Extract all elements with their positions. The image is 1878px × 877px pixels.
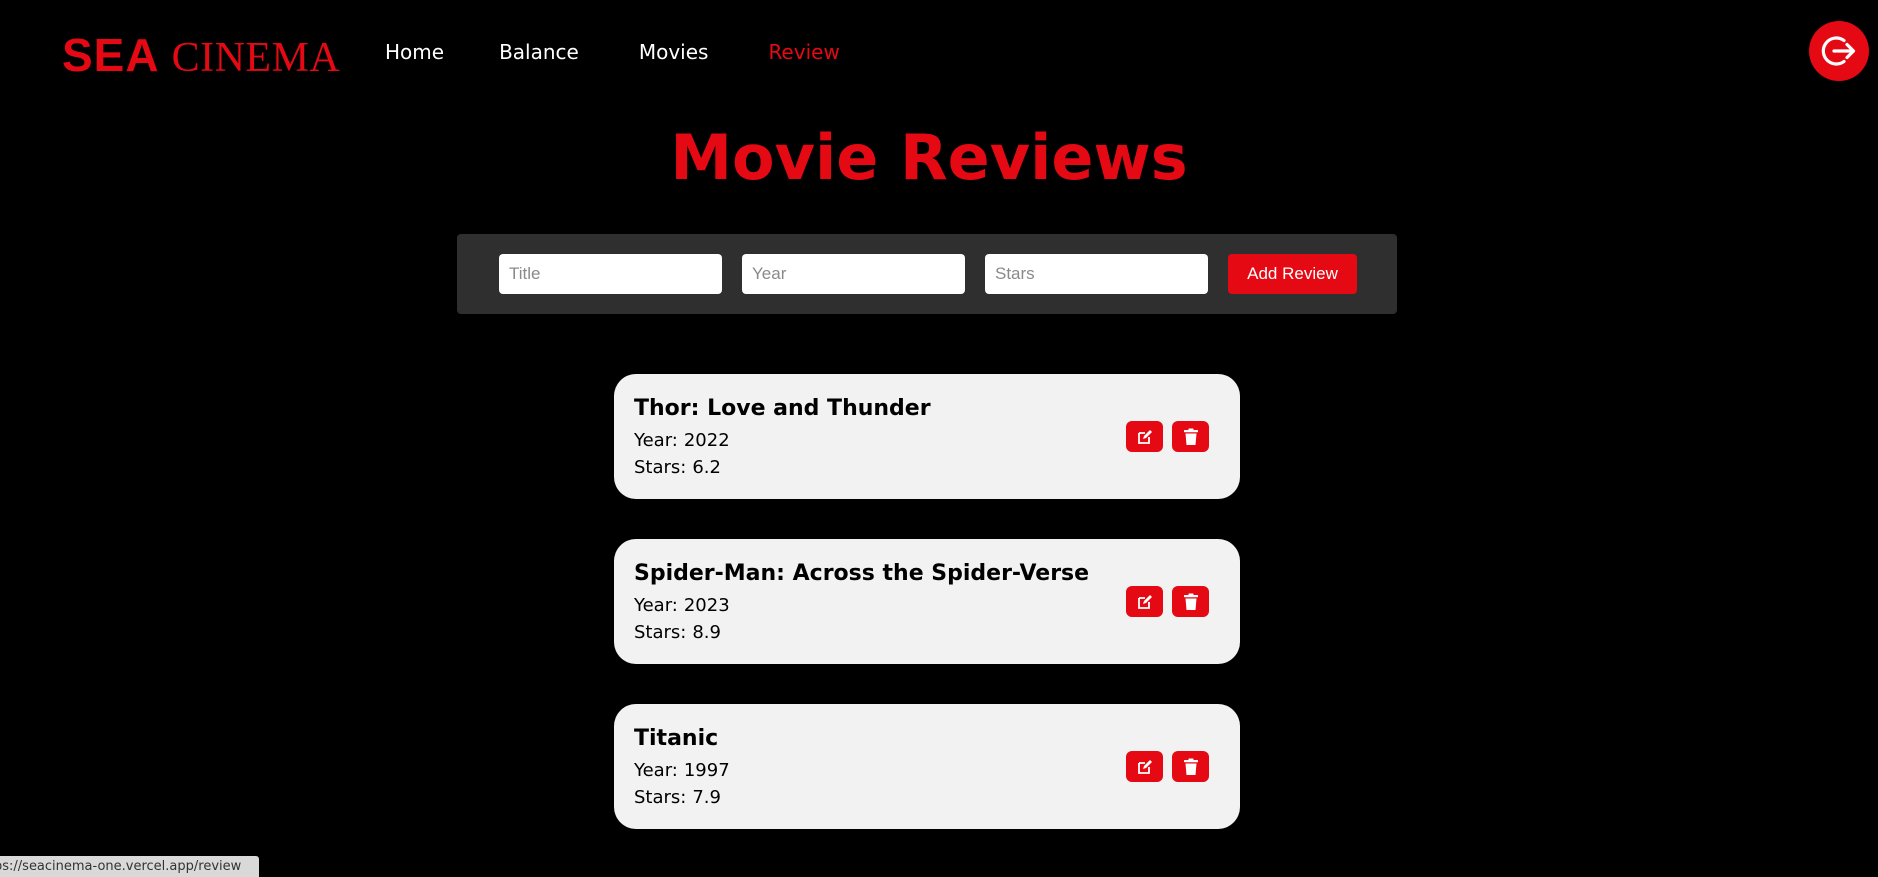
review-list: Thor: Love and Thunder Year: 2022 Stars: 6… [614, 374, 1240, 869]
trash-icon [1183, 428, 1198, 445]
logout-button[interactable] [1809, 21, 1869, 81]
title-input[interactable] [499, 254, 722, 294]
year-value: 2022 [683, 430, 730, 451]
nav-item-balance[interactable]: Balance [499, 40, 579, 64]
nav-item-home[interactable]: Home [385, 40, 444, 64]
nav-item-review[interactable]: Review [768, 40, 839, 64]
brand-logo-cinema: CINEMA [171, 35, 341, 81]
edit-icon [1137, 759, 1152, 774]
year-value: 2023 [683, 595, 730, 616]
year-label: Year: [634, 595, 678, 616]
edit-icon [1137, 594, 1152, 609]
year-value: 1997 [683, 760, 730, 781]
trash-icon [1183, 758, 1198, 775]
review-movie-year: Year: 1997 [634, 760, 730, 781]
review-card: Titanic Year: 1997 Stars: 7.9 [614, 704, 1240, 829]
add-review-form: Add Review [457, 234, 1397, 314]
trash-icon [1183, 593, 1198, 610]
logout-icon [1821, 36, 1856, 66]
stars-value: 6.2 [692, 457, 721, 478]
review-movie-title: Spider-Man: Across the Spider-Verse [634, 561, 1090, 586]
review-movie-year: Year: 2022 [634, 430, 730, 451]
status-bar-url: ps://seacinema-one.vercel.app/review [0, 856, 259, 877]
review-movie-stars: Stars: 7.9 [634, 787, 721, 808]
year-input[interactable] [742, 254, 965, 294]
review-movie-title: Thor: Love and Thunder [634, 396, 931, 421]
brand-logo[interactable]: SEA CINEMA [62, 28, 340, 82]
edit-review-button[interactable] [1126, 586, 1163, 617]
edit-icon [1137, 429, 1152, 444]
header: SEA CINEMA Home Balance Movies Review [0, 0, 1878, 108]
delete-review-button[interactable] [1172, 586, 1209, 617]
review-movie-stars: Stars: 6.2 [634, 457, 721, 478]
stars-value: 8.9 [692, 622, 721, 643]
review-card: Spider-Man: Across the Spider-Verse Year… [614, 539, 1240, 664]
review-movie-stars: Stars: 8.9 [634, 622, 721, 643]
delete-review-button[interactable] [1172, 421, 1209, 452]
review-card: Thor: Love and Thunder Year: 2022 Stars: 6… [614, 374, 1240, 499]
stars-input[interactable] [985, 254, 1208, 294]
edit-review-button[interactable] [1126, 421, 1163, 452]
delete-review-button[interactable] [1172, 751, 1209, 782]
year-label: Year: [634, 760, 678, 781]
year-label: Year: [634, 430, 678, 451]
stars-value: 7.9 [692, 787, 721, 808]
page-title: Movie Reviews [670, 121, 1188, 194]
stars-label: Stars: [634, 622, 687, 643]
main-nav: Home Balance Movies Review [385, 40, 840, 64]
stars-label: Stars: [634, 457, 687, 478]
review-movie-year: Year: 2023 [634, 595, 730, 616]
add-review-button[interactable]: Add Review [1228, 254, 1357, 294]
brand-logo-sea: SEA [62, 29, 160, 81]
review-movie-title: Titanic [634, 726, 719, 751]
edit-review-button[interactable] [1126, 751, 1163, 782]
stars-label: Stars: [634, 787, 687, 808]
nav-item-movies[interactable]: Movies [639, 40, 709, 64]
